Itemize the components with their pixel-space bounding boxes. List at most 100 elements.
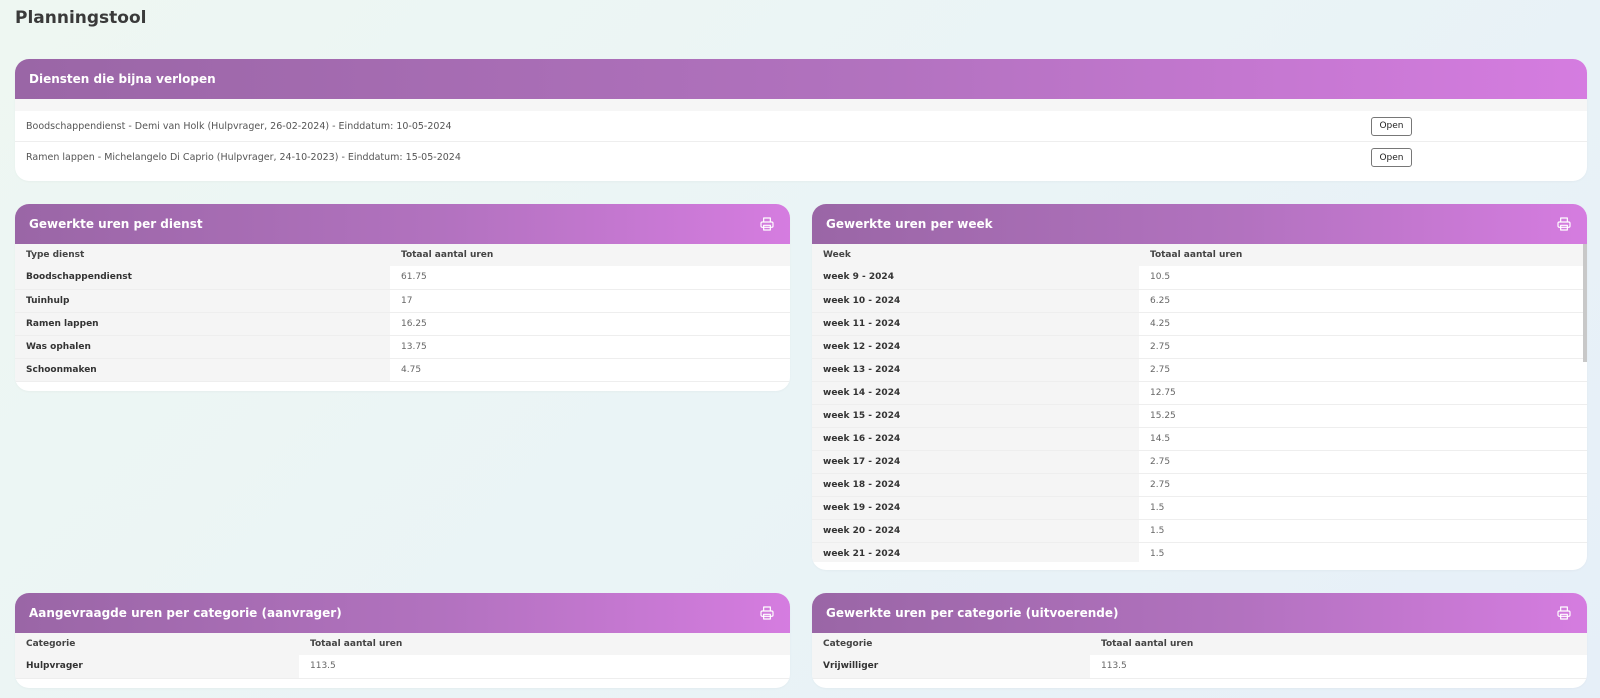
week-table-scroll[interactable]: Week Totaal aantal uren week 9 - 2024 10.…: [812, 244, 1587, 562]
row-label: week 14 - 2024: [812, 381, 1139, 405]
open-button[interactable]: Open: [1371, 148, 1412, 167]
row-label: week 11 - 2024: [812, 312, 1139, 336]
table-row: Ramen lappen 16.25: [15, 312, 790, 336]
column-header: Totaal aantal uren: [1139, 244, 1587, 266]
row-label: week 21 - 2024: [812, 542, 1139, 562]
column-header: Type dienst: [15, 244, 390, 266]
row-label: week 10 - 2024: [812, 289, 1139, 313]
row-label: week 19 - 2024: [812, 496, 1139, 520]
row-label: Tuinhulp: [15, 289, 390, 313]
card-header: Diensten die bijna verlopen: [15, 59, 1587, 99]
row-label: Boodschappendienst: [15, 266, 390, 290]
row-value: 6.25: [1139, 289, 1587, 313]
table-row: week 12 - 2024 2.75: [812, 335, 1587, 359]
card-title: Diensten die bijna verlopen: [29, 72, 216, 86]
expiring-services-card: Diensten die bijna verlopen Boodschappen…: [15, 59, 1587, 181]
row-value: 2.75: [1139, 450, 1587, 474]
row-value: 113.5: [1090, 655, 1587, 679]
row-label: week 13 - 2024: [812, 358, 1139, 382]
row-label: Hulpvrager: [15, 655, 299, 679]
hours-per-week-card: Gewerkte uren per week Week Totaal aanta…: [812, 204, 1587, 570]
row-label: week 17 - 2024: [812, 450, 1139, 474]
row-value: 4.75: [390, 358, 790, 382]
column-header: Categorie: [15, 633, 299, 655]
row-value: 4.25: [1139, 312, 1587, 336]
hours-per-service-card: Gewerkte uren per dienst Type dienst Tot…: [15, 204, 790, 391]
table-row: Hulpvrager 113.5: [15, 655, 790, 679]
table-row: week 14 - 2024 12.75: [812, 381, 1587, 405]
table-row: week 21 - 2024 1.5: [812, 542, 1587, 562]
card-title: Gewerkte uren per dienst: [29, 217, 203, 231]
row-value: 61.75: [390, 266, 790, 290]
worked-hours-category-card: Gewerkte uren per categorie (uitvoerende…: [812, 593, 1587, 688]
card-title: Gewerkte uren per categorie (uitvoerende…: [826, 606, 1119, 620]
column-header: Week: [812, 244, 1139, 266]
column-header: Totaal aantal uren: [299, 633, 790, 655]
table-row: week 16 - 2024 14.5: [812, 427, 1587, 451]
worked-hours-category-table: Categorie Totaal aantal uren Vrijwillige…: [812, 633, 1587, 679]
table-row: week 20 - 2024 1.5: [812, 519, 1587, 543]
row-label: week 15 - 2024: [812, 404, 1139, 428]
table-row: week 11 - 2024 4.25: [812, 312, 1587, 336]
table-row: week 17 - 2024 2.75: [812, 450, 1587, 474]
print-icon[interactable]: [758, 215, 776, 233]
table-row: week 13 - 2024 2.75: [812, 358, 1587, 382]
row-value: 1.5: [1139, 496, 1587, 520]
print-icon[interactable]: [758, 604, 776, 622]
row-label: Schoonmaken: [15, 358, 390, 382]
table-row: Boodschappendienst 61.75: [15, 266, 790, 290]
card-title: Aangevraagde uren per categorie (aanvrag…: [29, 606, 342, 620]
table-row: Was ophalen 13.75: [15, 335, 790, 359]
print-icon[interactable]: [1555, 604, 1573, 622]
row-value: 2.75: [1139, 335, 1587, 359]
open-button[interactable]: Open: [1371, 116, 1412, 136]
row-value: 13.75: [390, 335, 790, 359]
card-header: Gewerkte uren per categorie (uitvoerende…: [812, 593, 1587, 633]
card-title: Gewerkte uren per week: [826, 217, 993, 231]
requested-hours-card: Aangevraagde uren per categorie (aanvrag…: [15, 593, 790, 688]
row-value: 2.75: [1139, 358, 1587, 382]
column-header: Totaal aantal uren: [390, 244, 790, 266]
row-label: week 12 - 2024: [812, 335, 1139, 359]
table-row: week 18 - 2024 2.75: [812, 473, 1587, 497]
list-item: Ramen lappen - Michelangelo Di Caprio (H…: [15, 142, 1587, 173]
table-row: week 15 - 2024 15.25: [812, 404, 1587, 428]
table-row: Vrijwilliger 113.5: [812, 655, 1587, 679]
row-label: week 20 - 2024: [812, 519, 1139, 543]
card-header: Gewerkte uren per week: [812, 204, 1587, 244]
row-value: 12.75: [1139, 381, 1587, 405]
row-label: week 16 - 2024: [812, 427, 1139, 451]
row-value: 17: [390, 289, 790, 313]
column-header: Categorie: [812, 633, 1090, 655]
scrollbar[interactable]: [1583, 244, 1587, 362]
page-title: Planningstool: [15, 8, 147, 28]
table-row: week 10 - 2024 6.25: [812, 289, 1587, 313]
print-icon[interactable]: [1555, 215, 1573, 233]
table-row: Schoonmaken 4.75: [15, 358, 790, 382]
row-label: Was ophalen: [15, 335, 390, 359]
row-value: 113.5: [299, 655, 790, 679]
expiring-item-text: Ramen lappen - Michelangelo Di Caprio (H…: [26, 152, 461, 163]
row-value: 16.25: [390, 312, 790, 336]
expiring-item-text: Boodschappendienst - Demi van Holk (Hulp…: [26, 120, 452, 132]
card-header: Gewerkte uren per dienst: [15, 204, 790, 244]
row-label: week 9 - 2024: [812, 266, 1139, 290]
row-label: week 18 - 2024: [812, 473, 1139, 497]
table-row: week 19 - 2024 1.5: [812, 496, 1587, 520]
row-label: Vrijwilliger: [812, 655, 1090, 679]
row-value: 10.5: [1139, 266, 1587, 290]
card-header: Aangevraagde uren per categorie (aanvrag…: [15, 593, 790, 633]
row-value: 15.25: [1139, 404, 1587, 428]
table-row: week 9 - 2024 10.5: [812, 266, 1587, 290]
requested-hours-table: Categorie Totaal aantal uren Hulpvrager 1…: [15, 633, 790, 679]
table-row: Tuinhulp 17: [15, 289, 790, 313]
row-value: 1.5: [1139, 519, 1587, 543]
column-header: Totaal aantal uren: [1090, 633, 1587, 655]
row-value: 14.5: [1139, 427, 1587, 451]
list-item: Boodschappendienst - Demi van Holk (Hulp…: [15, 111, 1587, 142]
hours-per-service-table: Type dienst Totaal aantal uren Boodschap…: [15, 244, 790, 382]
row-value: 1.5: [1139, 542, 1587, 562]
hours-per-week-table: Week Totaal aantal uren week 9 - 2024 10.…: [812, 244, 1587, 562]
row-label: Ramen lappen: [15, 312, 390, 336]
row-value: 2.75: [1139, 473, 1587, 497]
